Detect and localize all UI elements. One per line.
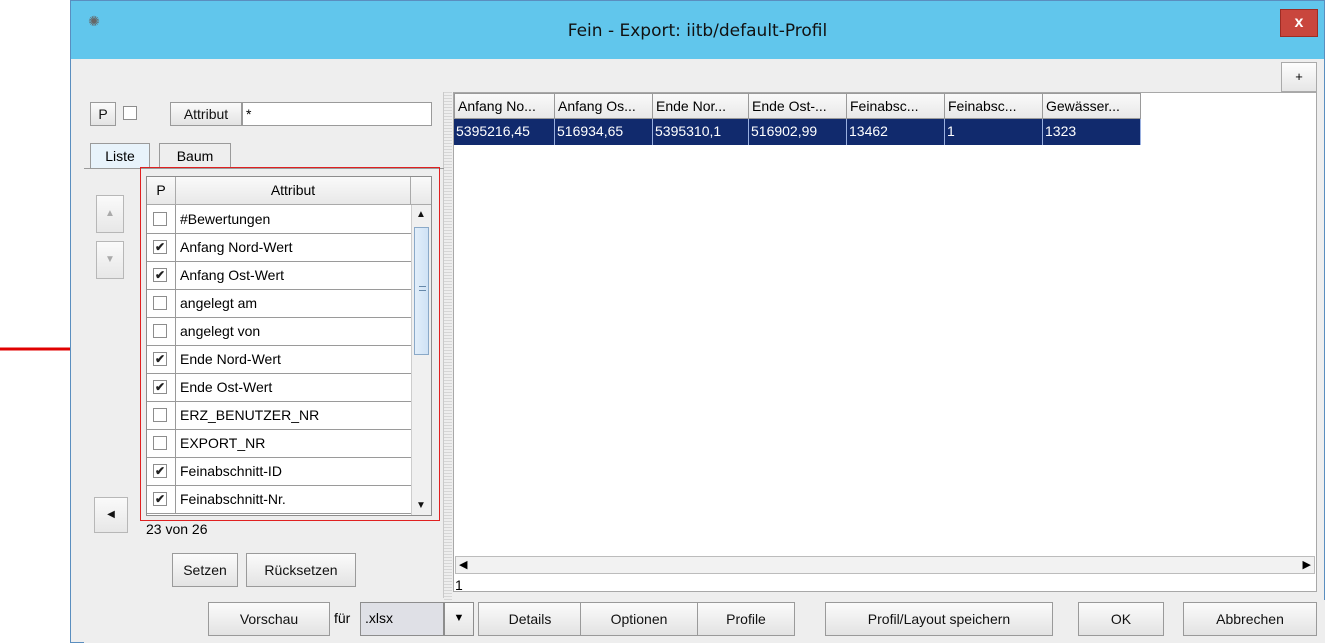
ruecksetzen-button[interactable]: Rücksetzen	[246, 553, 356, 587]
setzen-button[interactable]: Setzen	[172, 553, 238, 587]
table-cell[interactable]: 1323	[1043, 119, 1141, 145]
column-header[interactable]: Anfang Os...	[555, 93, 653, 119]
table-cell[interactable]: 13462	[847, 119, 945, 145]
abbrechen-button[interactable]: Abbrechen	[1183, 602, 1317, 636]
row-count: 1	[455, 577, 463, 593]
table-cell[interactable]: 5395216,45	[454, 119, 555, 145]
tab-liste[interactable]: Liste	[90, 143, 150, 169]
collapse-left-button[interactable]: ◀	[94, 497, 128, 533]
move-down-button[interactable]: ▼	[96, 241, 124, 279]
fuer-label: für	[334, 610, 351, 626]
column-header[interactable]: Gewässer...	[1043, 93, 1141, 119]
scroll-left-icon[interactable]: ◀	[459, 558, 467, 571]
chevron-down-icon: ▼	[453, 612, 465, 624]
profile-button[interactable]: Profile	[697, 602, 795, 636]
split-pane-divider[interactable]	[444, 92, 452, 632]
p-filter-button[interactable]: P	[90, 102, 116, 126]
add-button[interactable]: +	[1281, 62, 1317, 92]
annotation-highlight-box	[140, 167, 440, 521]
chevron-left-icon: ◀	[107, 509, 115, 520]
optionen-button[interactable]: Optionen	[580, 602, 698, 636]
table-cell[interactable]: 5395310,1	[653, 119, 749, 145]
chevron-down-icon: ▼	[105, 254, 115, 265]
column-header[interactable]: Feinabsc...	[847, 93, 945, 119]
scroll-right-icon[interactable]: ▶	[1303, 558, 1311, 571]
column-header[interactable]: Ende Nor...	[653, 93, 749, 119]
attribut-filter-input[interactable]: *	[242, 102, 432, 126]
window-title: Fein - Export: iitb/default-Profil	[567, 21, 828, 41]
column-header[interactable]: Feinabsc...	[945, 93, 1043, 119]
attribut-filter-button[interactable]: Attribut	[170, 102, 242, 126]
column-header[interactable]: Anfang No...	[454, 93, 555, 119]
table-cell[interactable]: 516934,65	[555, 119, 653, 145]
profil-layout-speichern-button[interactable]: Profil/Layout speichern	[825, 602, 1053, 636]
format-dropdown[interactable]: ▼	[444, 602, 474, 636]
item-count: 23 von 26	[146, 521, 208, 537]
vorschau-button[interactable]: Vorschau	[208, 602, 330, 636]
details-button[interactable]: Details	[478, 602, 582, 636]
p-filter-checkbox[interactable]	[123, 106, 137, 120]
title-bar[interactable]: ✺ Fein - Export: iitb/default-Profil x	[71, 1, 1324, 59]
table-cell[interactable]: 516902,99	[749, 119, 847, 145]
format-select[interactable]: .xlsx	[360, 602, 444, 636]
close-button[interactable]: x	[1280, 9, 1318, 37]
move-up-button[interactable]: ▲	[96, 195, 124, 233]
column-header[interactable]: Ende Ost-...	[749, 93, 847, 119]
chevron-up-icon: ▲	[105, 208, 115, 219]
tab-baum[interactable]: Baum	[159, 143, 231, 169]
horizontal-scrollbar[interactable]: ◀ ▶	[455, 556, 1315, 574]
preview-table: Anfang No... Anfang Os... Ende Nor... Ende …	[453, 92, 1317, 592]
ok-button[interactable]: OK	[1078, 602, 1164, 636]
table-cell[interactable]: 1	[945, 119, 1043, 145]
